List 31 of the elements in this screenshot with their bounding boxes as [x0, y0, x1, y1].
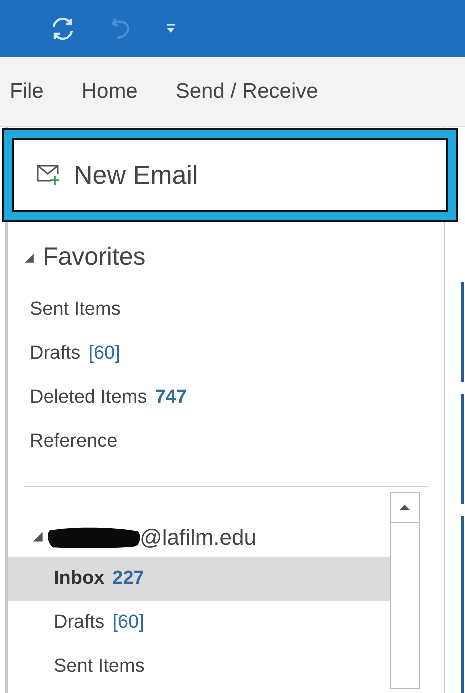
favorites-header[interactable]: Favorites — [43, 239, 146, 277]
folder-item[interactable]: Sent Items — [0, 288, 444, 332]
folder-item[interactable]: Drafts [60] — [8, 601, 390, 645]
folder-name: Drafts — [54, 610, 105, 635]
folder-name: Drafts — [30, 342, 81, 366]
new-email-button[interactable]: New Email — [12, 138, 448, 212]
sync-icon[interactable] — [50, 16, 76, 42]
folder-name: Reference — [30, 430, 118, 454]
folder-count: [60] — [88, 342, 120, 366]
new-mail-icon — [36, 164, 62, 186]
scroll-up-icon[interactable] — [399, 504, 411, 511]
menu-tab[interactable]: File — [10, 76, 44, 108]
folder-name: Inbox — [54, 566, 105, 591]
folder-name: Deleted Items — [30, 386, 148, 410]
folder-item[interactable]: Sent Items — [8, 645, 390, 689]
folder-item[interactable]: Reference — [0, 420, 444, 464]
folder-item[interactable]: Inbox 227 — [8, 557, 390, 601]
folder-name: Sent Items — [54, 654, 145, 679]
collapse-triangle-icon[interactable] — [24, 252, 35, 264]
folder-name: Sent Items — [30, 298, 121, 322]
folder-count: 747 — [155, 386, 187, 410]
folder-count: 227 — [112, 566, 144, 591]
scrollbar[interactable] — [390, 492, 420, 689]
account-name[interactable]: @lafilm.edu — [140, 520, 256, 554]
menu-tab[interactable]: Send / Receive — [176, 76, 318, 108]
menu-tab[interactable]: Home — [82, 76, 138, 108]
collapse-triangle-icon[interactable] — [32, 531, 44, 543]
folder-item[interactable]: Deleted Items 747 — [0, 376, 444, 420]
customize-icon[interactable] — [166, 22, 176, 34]
folder-item[interactable]: Drafts [60] — [0, 332, 444, 376]
folder-count: [60] — [112, 610, 144, 635]
